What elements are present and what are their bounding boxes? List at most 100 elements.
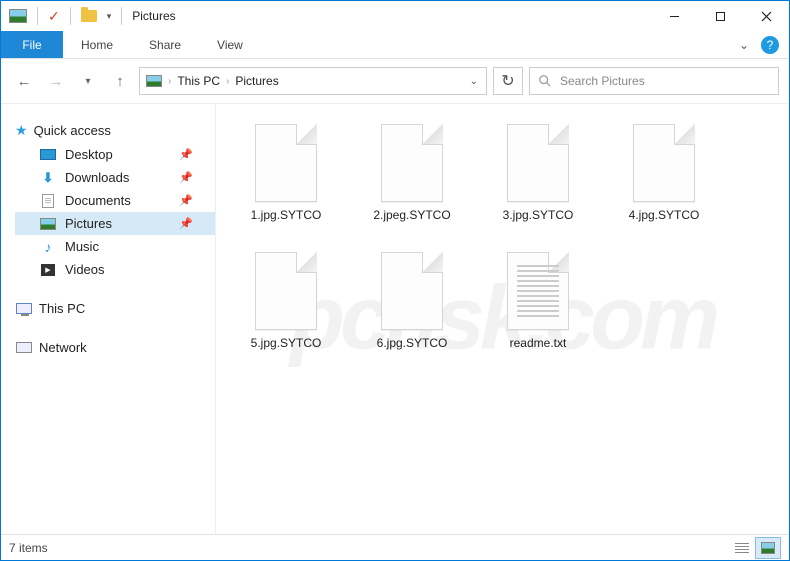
sidebar-item-label: Pictures [65, 216, 112, 231]
text-file-icon [507, 252, 569, 330]
desktop-icon [40, 149, 56, 160]
minimize-button[interactable] [651, 1, 697, 31]
file-item[interactable]: 5.jpg.SYTCO [238, 252, 334, 350]
pin-icon: 📌 [179, 194, 193, 207]
file-name: 1.jpg.SYTCO [251, 208, 322, 222]
close-icon [761, 11, 772, 22]
properties-icon[interactable]: ✓ [48, 8, 60, 25]
breadcrumb-segment[interactable]: This PC [177, 74, 220, 88]
navigation-bar: ← → ▾ ↑ › This PC › Pictures ⌄ ↻ Search … [1, 59, 789, 103]
file-name: 6.jpg.SYTCO [377, 336, 448, 350]
file-explorer-window: ✓ ▾ Pictures File Home Share View ⌄ ? [0, 0, 790, 561]
chevron-right-icon[interactable]: › [224, 76, 231, 87]
sidebar-item-this-pc[interactable]: This PC [15, 297, 215, 320]
this-pc-label: This PC [39, 301, 85, 316]
sidebar-item-label: Music [65, 239, 99, 254]
close-button[interactable] [743, 1, 789, 31]
this-pc-group: This PC [15, 297, 215, 320]
item-count: 7 items [9, 541, 48, 555]
documents-icon [42, 194, 54, 208]
sidebar-item-network[interactable]: Network [15, 336, 215, 359]
sidebar-item-downloads[interactable]: ⬇ Downloads 📌 [15, 166, 215, 189]
maximize-button[interactable] [697, 1, 743, 31]
quick-access-header[interactable]: ★ Quick access [15, 118, 215, 143]
folder-location-icon [146, 75, 162, 87]
tab-share[interactable]: Share [131, 31, 199, 58]
file-name: 3.jpg.SYTCO [503, 208, 574, 222]
minimize-icon [669, 11, 680, 22]
sidebar-item-videos[interactable]: ▶ Videos [15, 258, 215, 281]
separator [37, 7, 38, 25]
file-item[interactable]: 4.jpg.SYTCO [616, 124, 712, 222]
search-placeholder: Search Pictures [560, 74, 645, 88]
quick-access-group: ★ Quick access Desktop 📌 ⬇ Downloads 📌 D… [15, 118, 215, 281]
file-item[interactable]: 3.jpg.SYTCO [490, 124, 586, 222]
details-view-icon [735, 543, 749, 553]
back-button[interactable]: ← [11, 68, 37, 94]
expand-ribbon-icon[interactable]: ⌄ [739, 38, 749, 52]
file-name: 2.jpeg.SYTCO [373, 208, 450, 222]
network-icon [16, 342, 32, 353]
navigation-pane: ★ Quick access Desktop 📌 ⬇ Downloads 📌 D… [1, 104, 216, 534]
qat-dropdown-icon[interactable]: ▾ [107, 11, 112, 22]
tab-home[interactable]: Home [63, 31, 131, 58]
large-icons-view-button[interactable] [755, 537, 781, 559]
generic-file-icon [381, 252, 443, 330]
sidebar-item-music[interactable]: ♪ Music [15, 235, 215, 258]
generic-file-icon [507, 124, 569, 202]
breadcrumb-segment[interactable]: Pictures [235, 74, 278, 88]
address-bar[interactable]: › This PC › Pictures ⌄ [139, 67, 487, 95]
forward-button[interactable]: → [43, 68, 69, 94]
up-button[interactable]: ↑ [107, 68, 133, 94]
file-item[interactable]: 1.jpg.SYTCO [238, 124, 334, 222]
downloads-icon: ⬇ [39, 171, 57, 185]
generic-file-icon [381, 124, 443, 202]
sidebar-item-desktop[interactable]: Desktop 📌 [15, 143, 215, 166]
address-history-icon[interactable]: ⌄ [470, 76, 480, 87]
tab-view[interactable]: View [199, 31, 261, 58]
title-bar: ✓ ▾ Pictures [1, 1, 789, 31]
quick-access-label: Quick access [34, 123, 111, 138]
separator [70, 7, 71, 25]
file-item[interactable]: 2.jpeg.SYTCO [364, 124, 460, 222]
status-bar: 7 items [1, 534, 789, 560]
new-folder-icon[interactable] [81, 10, 97, 22]
file-item[interactable]: 6.jpg.SYTCO [364, 252, 460, 350]
file-tab[interactable]: File [1, 31, 63, 58]
maximize-icon [715, 11, 726, 22]
file-name: 5.jpg.SYTCO [251, 336, 322, 350]
search-input[interactable]: Search Pictures [529, 67, 779, 95]
pin-icon: 📌 [179, 148, 193, 161]
details-view-button[interactable] [729, 537, 755, 559]
large-icons-view-icon [761, 542, 775, 554]
file-name: readme.txt [510, 336, 567, 350]
body: ★ Quick access Desktop 📌 ⬇ Downloads 📌 D… [1, 103, 789, 534]
file-item[interactable]: readme.txt [490, 252, 586, 350]
file-name: 4.jpg.SYTCO [629, 208, 700, 222]
star-icon: ★ [15, 122, 28, 139]
search-icon [538, 74, 552, 88]
pin-icon: 📌 [179, 217, 193, 230]
view-toggle [729, 537, 781, 559]
pin-icon: 📌 [179, 171, 193, 184]
videos-icon: ▶ [41, 264, 55, 276]
window-controls [651, 1, 789, 31]
sidebar-item-label: Downloads [65, 170, 129, 185]
file-list[interactable]: pcrisk.com 1.jpg.SYTCO 2.jpeg.SYTCO 3.jp… [216, 104, 789, 534]
network-label: Network [39, 340, 87, 355]
quick-access-toolbar: ✓ ▾ [9, 7, 126, 25]
refresh-button[interactable]: ↻ [493, 67, 523, 95]
separator [121, 7, 122, 25]
help-icon[interactable]: ? [761, 36, 779, 54]
sidebar-item-pictures[interactable]: Pictures 📌 [15, 212, 215, 235]
sidebar-item-label: Videos [65, 262, 105, 277]
recent-locations-icon[interactable]: ▾ [75, 68, 101, 94]
sidebar-item-label: Desktop [65, 147, 113, 162]
chevron-right-icon[interactable]: › [166, 76, 173, 87]
sidebar-item-documents[interactable]: Documents 📌 [15, 189, 215, 212]
generic-file-icon [255, 252, 317, 330]
computer-icon [16, 303, 32, 314]
generic-file-icon [255, 124, 317, 202]
ribbon-right: ⌄ ? [739, 31, 789, 58]
sidebar-item-label: Documents [65, 193, 131, 208]
